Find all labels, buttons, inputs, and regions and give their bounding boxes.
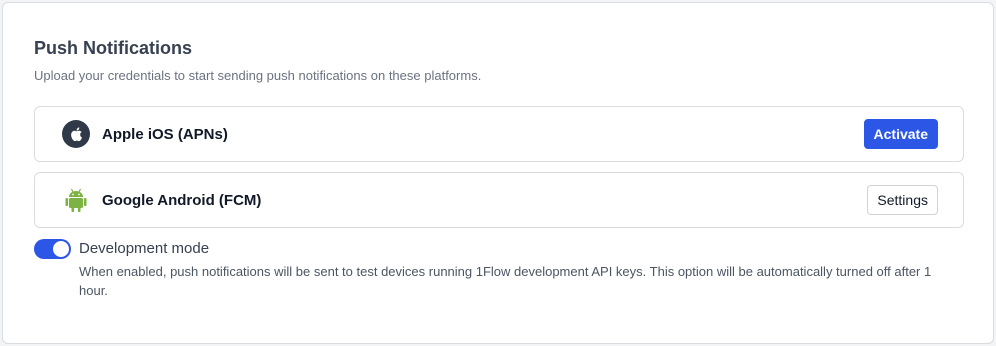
platform-name-android: Google Android (FCM) [102, 192, 262, 209]
platform-row-android: Google Android (FCM) Settings [34, 172, 964, 228]
toggle-knob [53, 241, 69, 257]
platform-row-apple: Apple iOS (APNs) Activate [34, 106, 964, 162]
activate-button[interactable]: Activate [863, 119, 938, 149]
development-mode-description: When enabled, push notifications will be… [79, 264, 932, 298]
android-icon [62, 186, 90, 214]
development-mode-toggle[interactable] [34, 239, 71, 259]
platform-name-apple: Apple iOS (APNs) [102, 126, 228, 143]
push-notifications-card: Push Notifications Upload your credentia… [2, 2, 994, 344]
section-title: Push Notifications [34, 38, 193, 58]
apple-icon [62, 120, 90, 148]
settings-button[interactable]: Settings [867, 185, 938, 215]
development-mode-label: Development mode [79, 240, 210, 257]
section-subtitle: Upload your credentials to start sending… [34, 68, 482, 83]
